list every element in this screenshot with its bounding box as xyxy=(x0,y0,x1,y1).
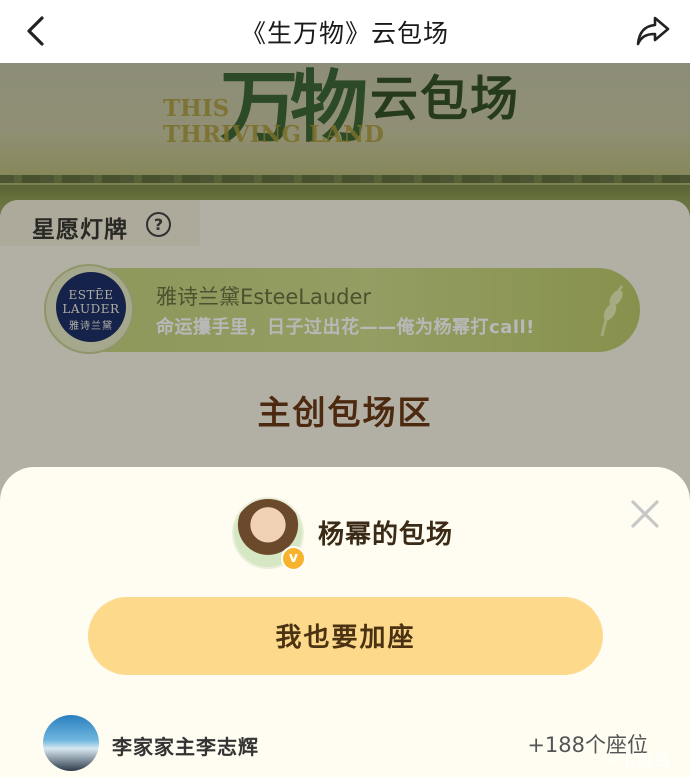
join-seat-label: 我也要加座 xyxy=(275,623,416,653)
host-title: 杨幂的包场 xyxy=(318,520,454,550)
seat-user-name: 李家家主李志辉 xyxy=(112,735,259,759)
seat-list-item[interactable]: 李家家主李志辉 +188个座位 一下燕鸟 xyxy=(0,707,690,777)
page-title: 《生万物》云包场 xyxy=(240,19,449,48)
close-icon[interactable] xyxy=(628,497,662,531)
join-seat-button[interactable]: 我也要加座 xyxy=(88,597,603,675)
bottom-sheet: v 杨幂的包场 我也要加座 李家家主李志辉 +188个座位 一下燕鸟 xyxy=(0,467,690,777)
watermark: 一下燕鸟 xyxy=(602,752,670,772)
share-arrow-icon[interactable] xyxy=(634,12,672,50)
nav-bar: 《生万物》云包场 xyxy=(0,0,690,63)
verified-badge-icon: v xyxy=(281,546,306,571)
avatar xyxy=(43,715,99,771)
